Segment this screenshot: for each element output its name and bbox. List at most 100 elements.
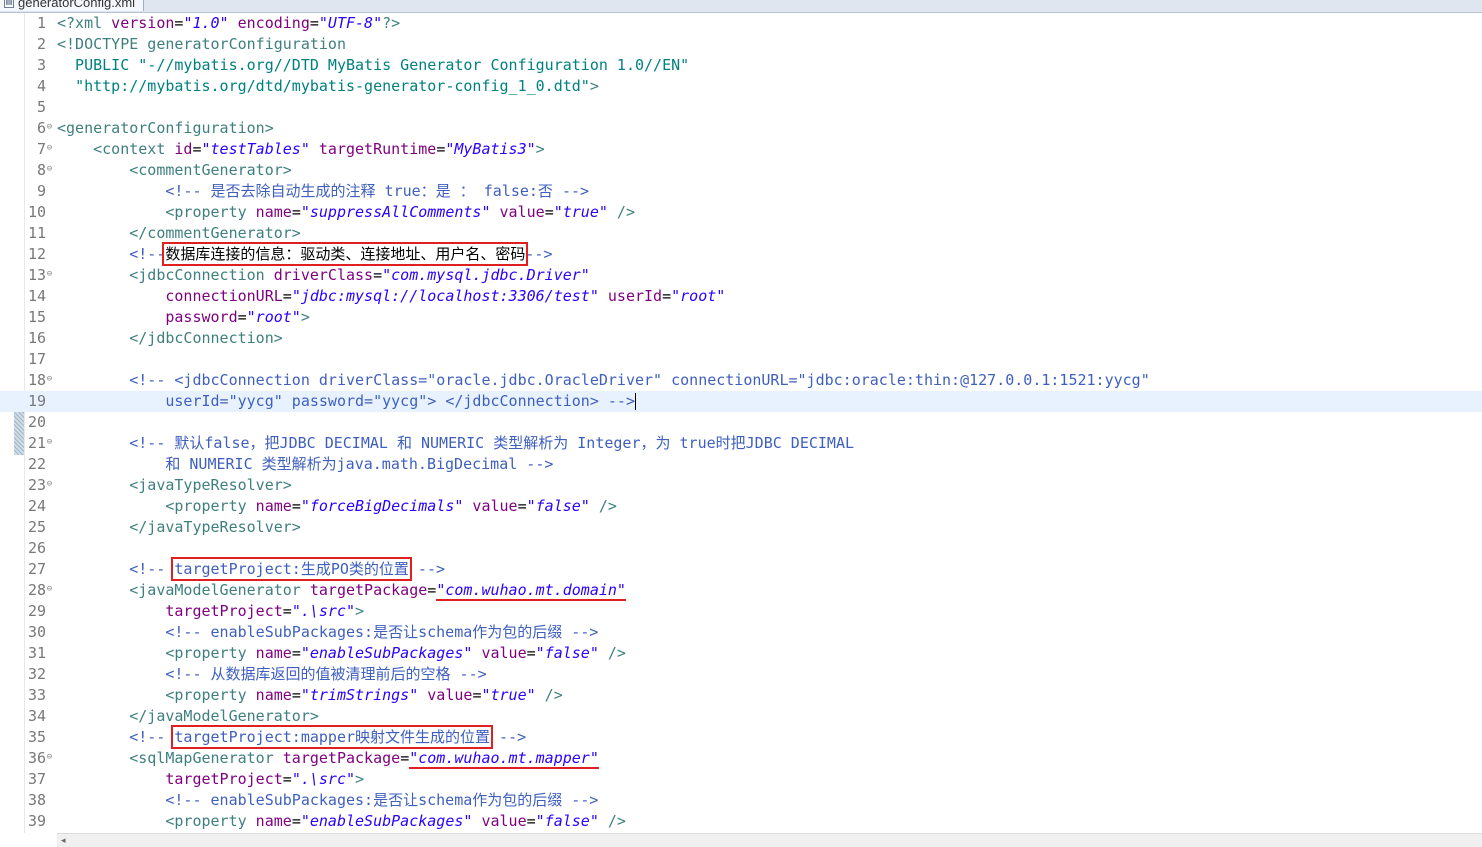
code-token: targetRuntime [309,140,437,158]
code-line[interactable]: 24 <property name="forceBigDecimals" val… [0,496,1482,517]
code-line[interactable]: 7 ⊖ <context id="testTables" targetRuntim… [0,139,1482,160]
code-line[interactable]: 1 <?xml version="1.0" encoding="UTF-8"?> [0,13,1482,34]
code-line[interactable]: 5 [0,97,1482,118]
code-token: 和 NUMERIC 类型解析为java.math.BigDecimal --> [165,455,554,473]
fold-collapse-icon[interactable]: ⊖ [45,438,54,447]
code-line[interactable]: 28 ⊖ <javaModelGenerator targetPackage="c… [0,580,1482,601]
code-line[interactable]: 3 PUBLIC "-//mybatis.org//DTD MyBatis Ge… [0,55,1482,76]
code-token: value [472,812,527,830]
code-line[interactable]: 35 <!-- targetProject:mapper映射文件生成的位置 --… [0,725,1482,749]
line-code: 和 NUMERIC 类型解析为java.math.BigDecimal --> [57,454,553,475]
code-line[interactable]: 37 targetProject=".\src"> [0,769,1482,790]
fold-collapse-icon[interactable]: ⊖ [45,585,54,594]
code-line[interactable]: 34 </javaModelGenerator> [0,706,1482,727]
code-line[interactable]: 39 <property name="enableSubPackages" va… [0,811,1482,832]
code-token: = [309,14,319,32]
code-token: "trimStrings" [300,686,419,704]
code-line[interactable]: 4 "http://mybatis.org/dtd/mybatis-genera… [0,76,1482,97]
code-token: targetProject:生成PO类的位置 [171,557,412,581]
code-token: <!-- [129,560,175,578]
code-line[interactable]: 18 ⊖ <!-- <jdbcConnection driverClass="or… [0,370,1482,391]
code-line[interactable]: 38 <!-- enableSubPackages:是否让schema作为包的后… [0,790,1482,811]
code-token: targetPackage [273,749,401,767]
code-token: <!-- enableSubPackages:是否让schema作为包的后缀 -… [165,623,599,641]
code-line[interactable]: 30 <!-- enableSubPackages:是否让schema作为包的后… [0,622,1482,643]
code-token: "com.wuhao.mt.mapper" [409,749,599,769]
code-line[interactable]: 22 和 NUMERIC 类型解析为java.math.BigDecimal -… [0,454,1482,475]
fold-collapse-icon[interactable]: ⊖ [45,144,54,153]
line-number: 1 [36,14,46,32]
code-line[interactable]: 27 <!-- targetProject:生成PO类的位置 --> [0,557,1482,581]
code-line[interactable]: 21 ⊖ <!-- 默认false，把JDBC DECIMAL 和 NUMERIC… [0,433,1482,454]
code-token: value [418,686,473,704]
line-number: 17 [27,350,46,368]
code-line[interactable]: 8 ⊖ <commentGenerator> [0,160,1482,181]
code-token: userId [598,287,663,305]
code-token: "testTables" [201,140,310,158]
code-line[interactable]: 12 <!--数据库连接的信息：驱动类、连接地址、用户名、密码--> [0,242,1482,266]
code-editor[interactable]: 1 <?xml version="1.0" encoding="UTF-8"?> 2… [0,13,1482,832]
code-token: value [463,497,518,515]
code-line[interactable]: 33 <property name="trimStrings" value="t… [0,685,1482,706]
line-code: <!--数据库连接的信息：驱动类、连接地址、用户名、密码--> [57,242,552,266]
code-token: password [165,308,238,326]
line-number: 3 [36,56,46,74]
line-code: <sqlMapGenerator targetPackage="com.wuha… [57,748,599,769]
code-line[interactable]: 23 ⊖ <javaTypeResolver> [0,475,1482,496]
code-line[interactable]: 31 <property name="enableSubPackages" va… [0,643,1482,664]
code-line[interactable]: 13 ⊖ <jdbcConnection driverClass="com.mys… [0,265,1482,286]
code-token: targetProject [165,602,283,620]
code-line[interactable]: 25 </javaTypeResolver> [0,517,1482,538]
horizontal-scrollbar[interactable]: ◂ [57,833,1482,847]
code-line[interactable]: 36 ⊖ <sqlMapGenerator targetPackage="com.… [0,748,1482,769]
fold-collapse-icon[interactable]: ⊖ [45,270,54,279]
code-line[interactable]: 6 ⊖ <generatorConfiguration> [0,118,1482,139]
code-token: "true" [553,203,608,221]
code-line[interactable]: 9 <!-- 是否去除自动生成的注释 true：是 ： false:否 --> [0,181,1482,202]
code-line[interactable]: 10 <property name="suppressAllComments" … [0,202,1482,223]
code-token: "-//mybatis.org//DTD MyBatis Generator C… [138,56,690,74]
line-number: 36 [27,749,46,767]
code-line[interactable]: 32 <!-- 从数据库返回的值被清理前后的空格 --> [0,664,1482,685]
line-number: 14 [27,287,46,305]
code-token: <!-- [129,245,166,263]
code-line[interactable]: 14 connectionURL="jdbc:mysql://localhost… [0,286,1482,307]
code-line[interactable]: 29 targetProject=".\src"> [0,601,1482,622]
code-line[interactable]: 19 userId="yycg" password="yycg"> </jdbc… [0,391,1482,412]
code-line[interactable]: 26 [0,538,1482,559]
fold-collapse-icon[interactable]: ⊖ [45,375,54,384]
code-token: --> [408,560,446,578]
code-token: <property [165,497,247,515]
tab-generatorconfig-xml[interactable]: ▤ generatorConfig.xml [0,0,145,11]
code-line[interactable]: 16 </jdbcConnection> [0,328,1482,349]
code-line[interactable]: 15 password="root"> [0,307,1482,328]
code-token: <!DOCTYPE generatorConfiguration [57,35,346,53]
fold-collapse-icon[interactable]: ⊖ [45,753,54,762]
scroll-left-arrow-icon[interactable]: ◂ [61,836,66,846]
line-number: 24 [27,497,46,515]
code-line[interactable]: 20 [0,412,1482,433]
line-number: 21 [27,434,46,452]
code-token: <javaModelGenerator [129,581,301,599]
code-token: <!-- 是否去除自动生成的注释 true：是 ： false:否 --> [165,182,590,200]
code-line[interactable]: 2 <!DOCTYPE generatorConfiguration [0,34,1482,55]
code-line[interactable]: 17 [0,349,1482,370]
code-token: encoding [228,14,310,32]
line-code: </jdbcConnection> [57,328,283,349]
line-code: </commentGenerator> [57,223,301,244]
code-line[interactable]: 11 </commentGenerator> [0,223,1482,244]
line-code: <!-- 默认false，把JDBC DECIMAL 和 NUMERIC 类型解… [57,433,854,454]
fold-collapse-icon[interactable]: ⊖ [45,123,54,132]
fold-collapse-icon[interactable]: ⊖ [45,165,54,174]
code-token: <!-- [129,728,175,746]
line-number: 31 [27,644,46,662]
line-code: targetProject=".\src"> [57,601,364,622]
line-number: 33 [27,686,46,704]
fold-collapse-icon[interactable]: ⊖ [45,480,54,489]
